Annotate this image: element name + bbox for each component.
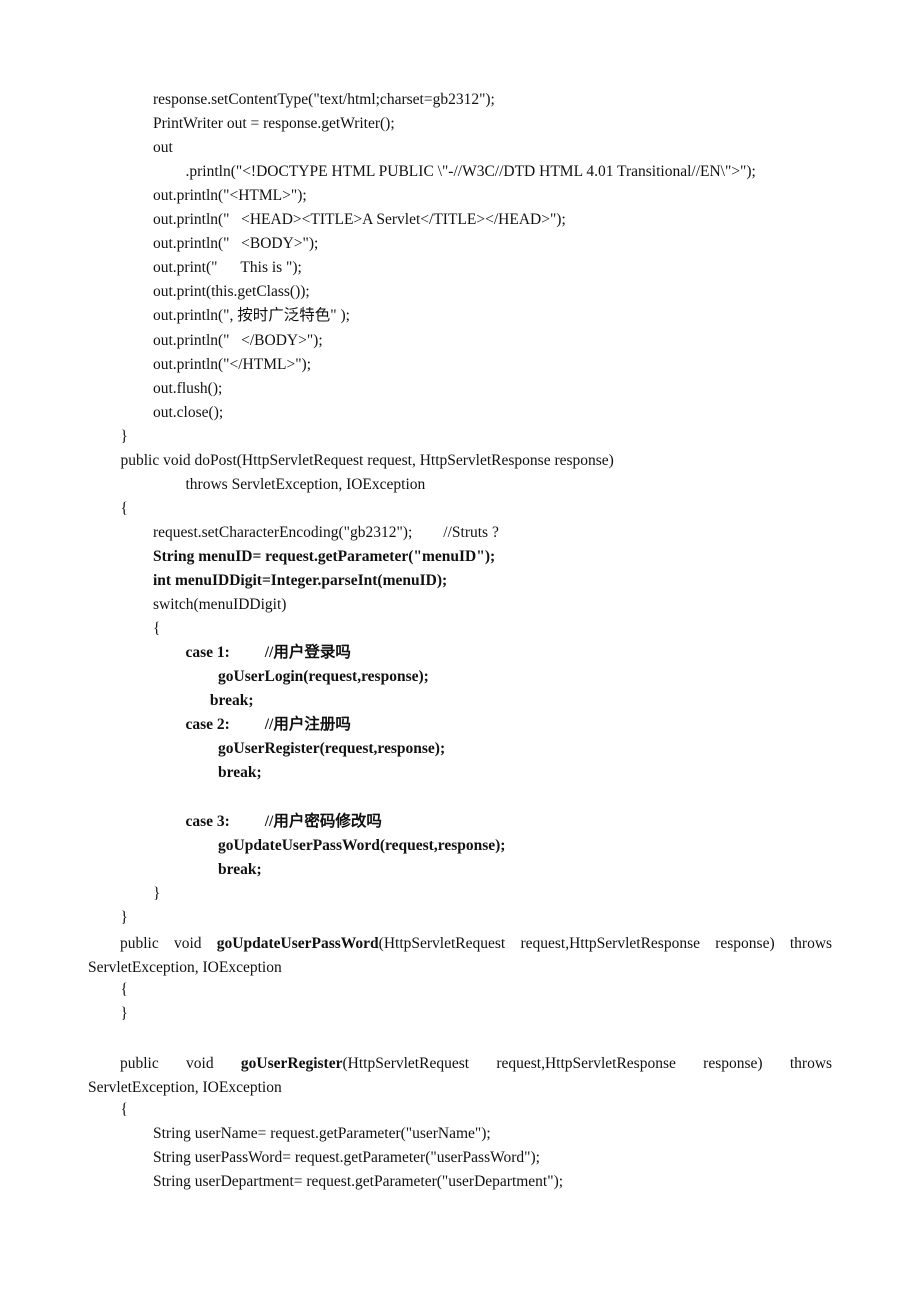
code-line: {	[120, 1101, 128, 1119]
keyword-throws: throws	[789, 1055, 833, 1072]
param-type: (HttpServletRequest	[378, 935, 506, 952]
param-end: response)	[715, 935, 775, 952]
code-line: out.print(this.getClass());	[153, 283, 310, 301]
code-line: }	[120, 908, 128, 926]
code-line: }	[120, 427, 128, 445]
code-line: goUpdateUserPassWord(request,response);	[218, 836, 506, 854]
code-line: switch(menuIDDigit)	[153, 596, 287, 614]
code-line: case 3: //用户密码修改吗	[185, 812, 382, 830]
keyword-public: public	[120, 935, 159, 952]
method-signature-update-password-continuation: ServletException, IOException	[88, 959, 282, 976]
code-line: break;	[218, 860, 262, 878]
keyword-public: public	[120, 1055, 159, 1072]
code-line: out.print(" This is ");	[153, 259, 302, 277]
code-line: request.setCharacterEncoding("gb2312"); …	[153, 523, 499, 541]
code-line: }	[153, 884, 161, 902]
code-line: out.println("</HTML>");	[153, 355, 311, 373]
code-line: out.println(" <HEAD><TITLE>A Servlet</TI…	[153, 211, 566, 229]
code-line: PrintWriter out = response.getWriter();	[153, 115, 395, 133]
method-signature-register-continuation: ServletException, IOException	[88, 1079, 282, 1096]
code-line: out	[153, 139, 173, 157]
code-line: int menuIDDigit=Integer.parseInt(menuID)…	[153, 572, 448, 589]
code-line: out.println(", 按时广泛特色" );	[153, 307, 350, 325]
code-line: String userPassWord= request.getParamete…	[153, 1149, 540, 1167]
code-line: break;	[209, 692, 254, 710]
method-name: goUpdateUserPassWord	[216, 935, 379, 952]
code-line: case 2: //用户注册吗	[185, 716, 351, 734]
code-line: {	[153, 620, 161, 638]
code-line: break;	[218, 764, 262, 782]
code-line: {	[120, 499, 128, 517]
method-signature-register: public void goUserRegister(HttpServletRe…	[120, 1054, 832, 1074]
code-line: {	[120, 980, 128, 998]
code-line: String userDepartment= request.getParame…	[153, 1173, 564, 1191]
code-line: out.println(" </BODY>");	[153, 331, 323, 349]
param-list: request,HttpServletResponse	[496, 1055, 676, 1072]
code-line: throws ServletException, IOException	[185, 475, 426, 493]
keyword-throws: throws	[789, 935, 833, 952]
code-line: out.close();	[153, 403, 224, 421]
keyword-void: void	[173, 935, 202, 952]
code-line: String menuID= request.getParameter("men…	[153, 547, 496, 565]
code-line: goUserLogin(request,response);	[218, 668, 429, 686]
code-line: public void doPost(HttpServletRequest re…	[120, 451, 614, 469]
document-page: response.setContentType("text/html;chars…	[0, 0, 920, 1302]
param-type: (HttpServletRequest	[342, 1055, 470, 1072]
code-line: response.setContentType("text/html;chars…	[153, 91, 495, 108]
code-line: out.println(" <BODY>");	[153, 235, 319, 253]
code-line: String userName= request.getParameter("u…	[153, 1125, 491, 1143]
keyword-void: void	[186, 1055, 214, 1072]
code-line: case 1: //用户登录吗	[185, 644, 351, 662]
code-line: goUserRegister(request,response);	[218, 740, 446, 758]
param-list: request,HttpServletResponse	[520, 935, 700, 952]
method-name: goUserRegister	[240, 1055, 343, 1072]
code-line: out.flush();	[153, 379, 223, 397]
code-line: }	[120, 1004, 128, 1022]
code-line: out.println("<HTML>");	[153, 187, 307, 205]
code-line: .println("<!DOCTYPE HTML PUBLIC \"-//W3C…	[185, 163, 756, 181]
param-end: response)	[703, 1055, 763, 1072]
method-signature-update-password: public void goUpdateUserPassWord(HttpSer…	[120, 934, 832, 954]
